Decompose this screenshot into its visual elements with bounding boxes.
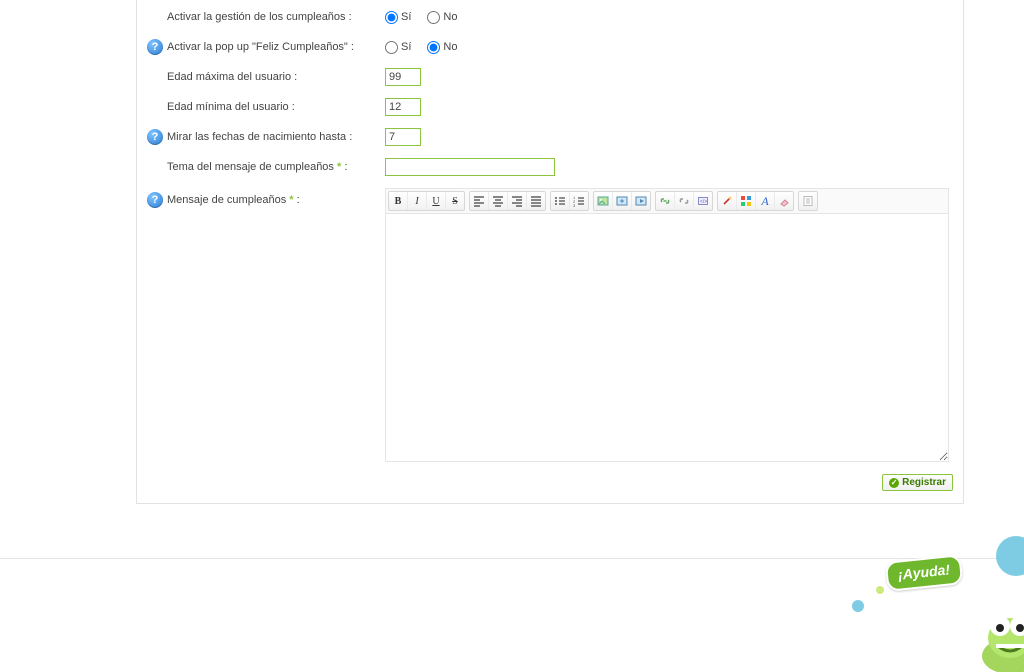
- input-edad-min[interactable]: [385, 98, 421, 116]
- editor-textarea[interactable]: [385, 214, 949, 462]
- radio-activar-gestion-si[interactable]: Sí: [385, 11, 411, 24]
- toolbar-code-icon[interactable]: </>: [693, 192, 712, 210]
- check-icon: ✓: [889, 478, 899, 488]
- label-tema: Tema del mensaje de cumpleaños * :: [167, 161, 347, 173]
- label-mensaje: Mensaje de cumpleaños * :: [167, 194, 300, 206]
- row-tema: Tema del mensaje de cumpleaños * :: [137, 152, 963, 182]
- toolbar-color-icon[interactable]: [736, 192, 755, 210]
- row-edad-max: Edad máxima del usuario :: [137, 62, 963, 92]
- row-mensaje: ? Mensaje de cumpleaños * : B I U S: [137, 182, 963, 466]
- toolbar-wand-icon[interactable]: [718, 192, 736, 210]
- submit-button[interactable]: ✓ Registrar: [882, 474, 953, 491]
- help-icon[interactable]: ?: [147, 129, 163, 145]
- input-tema[interactable]: [385, 158, 555, 176]
- settings-panel: Activar la gestión de los cumpleaños : S…: [136, 0, 964, 504]
- toolbar-strike-icon[interactable]: S: [445, 192, 464, 210]
- radio-activar-gestion-no[interactable]: No: [427, 11, 457, 24]
- toolbar-unordered-list-icon[interactable]: [551, 192, 569, 210]
- help-icon[interactable]: ?: [147, 39, 163, 55]
- help-icon[interactable]: ?: [147, 192, 163, 208]
- label-edad-max: Edad máxima del usuario :: [167, 71, 297, 83]
- svg-text:3: 3: [573, 203, 576, 207]
- rich-text-editor: B I U S: [385, 188, 949, 462]
- help-bubble-button[interactable]: ¡Ayuda!: [885, 554, 964, 592]
- row-edad-min: Edad mínima del usuario :: [137, 92, 963, 122]
- toolbar-image-icon[interactable]: [594, 192, 612, 210]
- toolbar-font-icon[interactable]: A: [755, 192, 774, 210]
- row-mirar-fechas: ? Mirar las fechas de nacimiento hasta :: [137, 122, 963, 152]
- toolbar-media-icon[interactable]: [631, 192, 650, 210]
- toolbar-link-icon[interactable]: [656, 192, 674, 210]
- toolbar-image-host-icon[interactable]: [612, 192, 631, 210]
- footer-divider: [0, 558, 1024, 559]
- help-mascot: ¡Ayuda!: [882, 536, 1024, 672]
- toolbar-align-left-icon[interactable]: [470, 192, 488, 210]
- submit-label: Registrar: [902, 477, 946, 488]
- toolbar-align-justify-icon[interactable]: [526, 192, 545, 210]
- row-activar-gestion: Activar la gestión de los cumpleaños : S…: [137, 2, 963, 32]
- input-mirar-fechas[interactable]: [385, 128, 421, 146]
- label-activar-popup: Activar la pop up "Feliz Cumpleaños" :: [167, 41, 354, 53]
- label-edad-min: Edad mínima del usuario :: [167, 101, 295, 113]
- row-activar-popup: ? Activar la pop up "Feliz Cumpleaños" :…: [137, 32, 963, 62]
- svg-text:</>: </>: [700, 199, 707, 205]
- label-activar-gestion: Activar la gestión de los cumpleaños :: [167, 11, 352, 23]
- toolbar-unlink-icon[interactable]: [674, 192, 693, 210]
- toolbar-underline-icon[interactable]: U: [426, 192, 445, 210]
- mascot-icon: [962, 586, 1024, 672]
- label-mirar-fechas: Mirar las fechas de nacimiento hasta :: [167, 131, 352, 143]
- toolbar-align-center-icon[interactable]: [488, 192, 507, 210]
- toolbar-italic-icon[interactable]: I: [407, 192, 426, 210]
- input-edad-max[interactable]: [385, 68, 421, 86]
- toolbar-eraser-icon[interactable]: [774, 192, 793, 210]
- radio-activar-popup-no[interactable]: No: [427, 41, 457, 54]
- toolbar-align-right-icon[interactable]: [507, 192, 526, 210]
- editor-toolbar: B I U S: [385, 188, 949, 214]
- toolbar-ordered-list-icon[interactable]: 123: [569, 192, 588, 210]
- radio-activar-popup-si[interactable]: Sí: [385, 41, 411, 54]
- toolbar-bold-icon[interactable]: B: [389, 192, 407, 210]
- toolbar-source-icon[interactable]: [799, 192, 817, 210]
